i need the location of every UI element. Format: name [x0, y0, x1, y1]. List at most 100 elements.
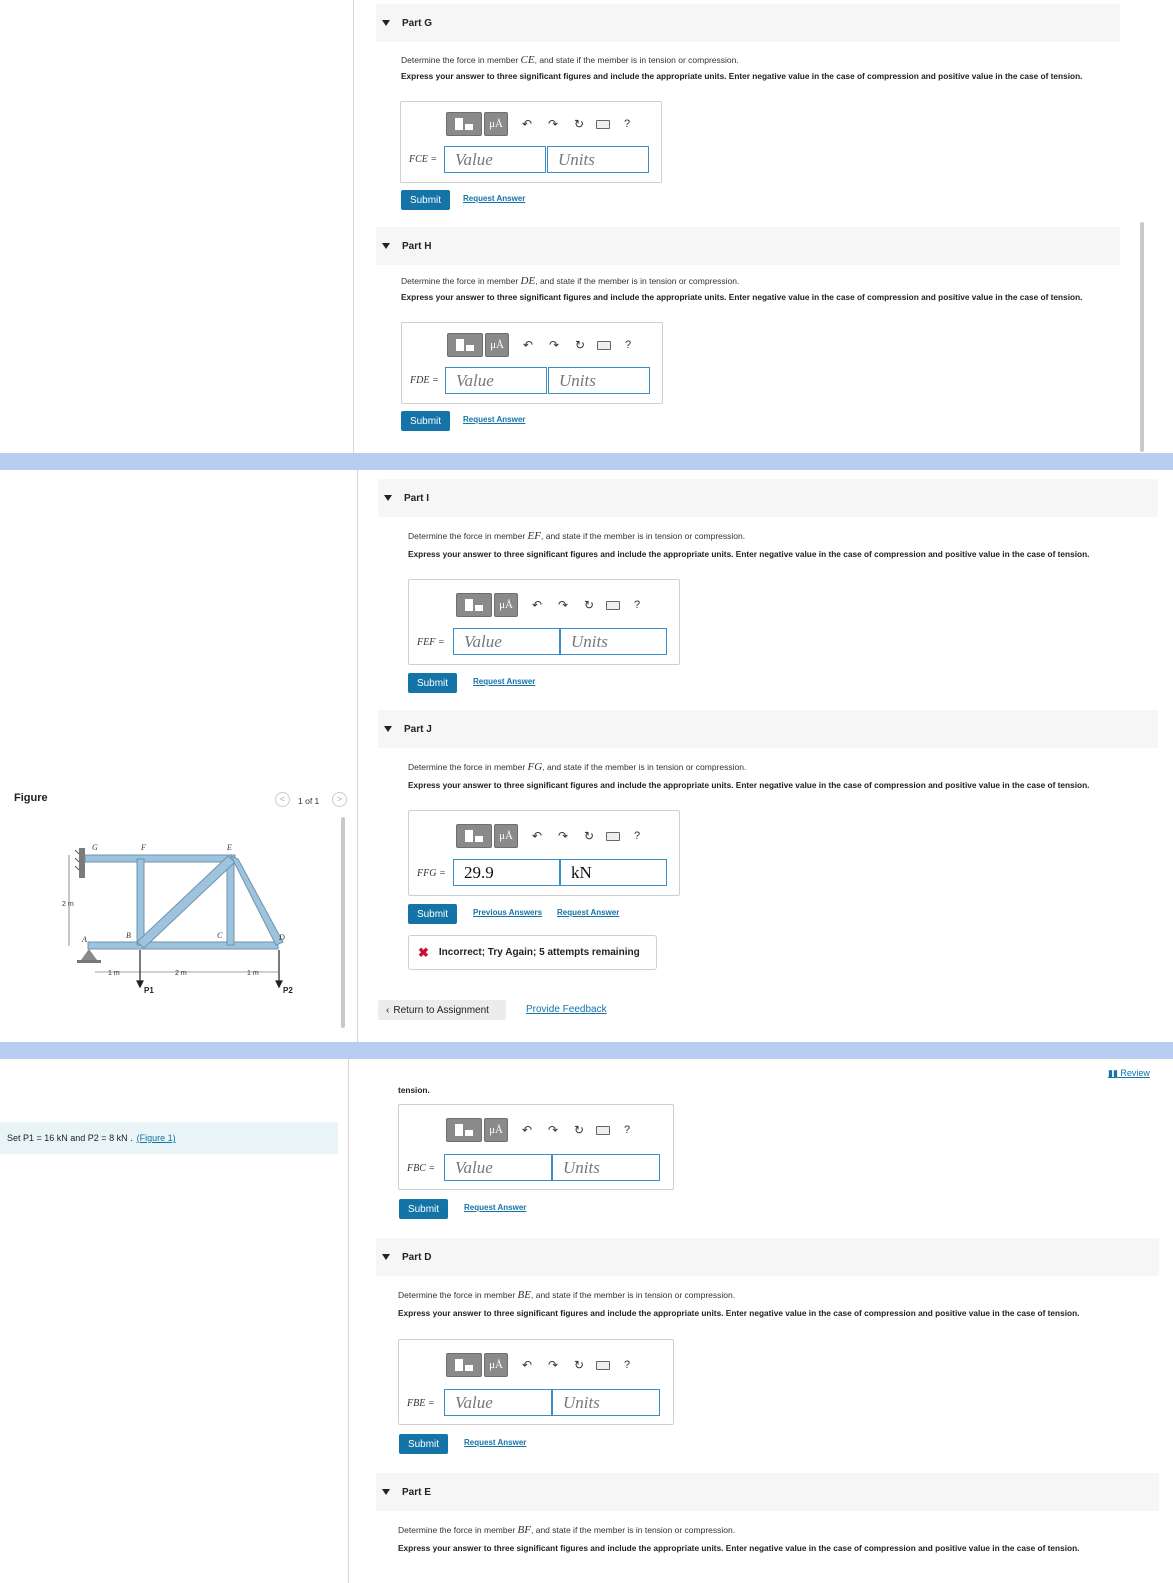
help-icon[interactable]: ?: [624, 118, 630, 130]
units-input[interactable]: kN: [560, 859, 667, 886]
keyboard-icon[interactable]: [597, 340, 611, 350]
undo-icon[interactable]: ↶: [530, 829, 544, 843]
next-figure-button[interactable]: >: [332, 792, 347, 807]
templates-button[interactable]: [446, 1353, 482, 1377]
submit-button[interactable]: Submit: [401, 411, 450, 431]
help-icon[interactable]: ?: [624, 1359, 630, 1371]
keyboard-icon[interactable]: [596, 119, 610, 129]
undo-icon[interactable]: ↶: [530, 598, 544, 612]
undo-icon[interactable]: ↶: [520, 1358, 534, 1372]
part-g-instructions: Express your answer to three significant…: [401, 71, 1083, 81]
pin-support-a: [77, 949, 101, 963]
value-input[interactable]: Value: [453, 628, 560, 655]
part-d-answer-box: μÅ ↶ ↷ ↻ ? FBE = Value Units: [398, 1339, 674, 1425]
math-toolbar: μÅ ↶ ↷ ↻ ?: [446, 111, 630, 137]
help-icon[interactable]: ?: [634, 830, 640, 842]
undo-icon[interactable]: ↶: [520, 1123, 534, 1137]
previous-answers-link[interactable]: Previous Answers: [473, 908, 542, 917]
redo-icon[interactable]: ↷: [546, 1358, 560, 1372]
value-input[interactable]: Value: [445, 367, 547, 394]
math-toolbar: μÅ ↶ ↷ ↻ ?: [446, 1117, 630, 1143]
units-input[interactable]: Units: [548, 367, 650, 394]
submit-button[interactable]: Submit: [408, 673, 457, 693]
templates-button[interactable]: [456, 593, 492, 617]
request-answer-link[interactable]: Request Answer: [473, 677, 535, 686]
figure-scrollbar[interactable]: [341, 817, 345, 1028]
review-link[interactable]: ▮▮ Review: [1108, 1068, 1150, 1079]
span-dim-1: 1 m: [108, 970, 120, 977]
joint-label-e: E: [226, 843, 232, 852]
reset-icon[interactable]: ↻: [572, 117, 586, 131]
submit-button[interactable]: Submit: [399, 1434, 448, 1454]
request-answer-link[interactable]: Request Answer: [463, 415, 525, 424]
units-button[interactable]: μÅ: [484, 1353, 508, 1377]
undo-icon[interactable]: ↶: [520, 117, 534, 131]
request-answer-link[interactable]: Request Answer: [463, 194, 525, 203]
scrollbar-thumb[interactable]: [1140, 222, 1144, 452]
part-i-answer-box: μÅ ↶ ↷ ↻ ? FEF = Value Units: [408, 579, 680, 665]
keyboard-icon[interactable]: [596, 1125, 610, 1135]
templates-button[interactable]: [456, 824, 492, 848]
undo-icon[interactable]: ↶: [521, 338, 535, 352]
help-icon[interactable]: ?: [625, 339, 631, 351]
value-input[interactable]: Value: [444, 146, 546, 173]
templates-button[interactable]: [447, 333, 483, 357]
templates-button[interactable]: [446, 1118, 482, 1142]
part-j-header[interactable]: Part J: [378, 710, 1158, 748]
reset-icon[interactable]: ↻: [572, 1123, 586, 1137]
submit-button[interactable]: Submit: [408, 904, 457, 924]
load-arrows: [136, 950, 283, 989]
help-icon[interactable]: ?: [624, 1124, 630, 1136]
redo-icon[interactable]: ↷: [547, 338, 561, 352]
variable-label: FBE =: [407, 1398, 435, 1409]
units-input[interactable]: Units: [552, 1389, 660, 1416]
part-g-header[interactable]: Part G: [376, 4, 1120, 42]
redo-icon[interactable]: ↷: [556, 598, 570, 612]
variable-label: FCE =: [409, 154, 438, 165]
request-answer-link[interactable]: Request Answer: [464, 1438, 526, 1447]
keyboard-icon[interactable]: [606, 600, 620, 610]
units-input[interactable]: Units: [547, 146, 649, 173]
units-input[interactable]: Units: [552, 1154, 660, 1181]
member-bf: [136, 858, 145, 946]
redo-icon[interactable]: ↷: [546, 1123, 560, 1137]
redo-icon[interactable]: ↷: [546, 117, 560, 131]
figure-link[interactable]: (Figure 1): [137, 1133, 176, 1143]
provide-feedback-link[interactable]: Provide Feedback: [526, 1004, 607, 1015]
return-to-assignment-button[interactable]: ‹ Return to Assignment: [378, 1000, 506, 1020]
help-icon[interactable]: ?: [634, 599, 640, 611]
math-toolbar: μÅ ↶ ↷ ↻ ?: [456, 823, 640, 849]
request-answer-link[interactable]: Request Answer: [557, 908, 619, 917]
variable-label: FFG =: [417, 868, 446, 879]
part-e-instructions: Express your answer to three significant…: [398, 1543, 1080, 1553]
value-input[interactable]: Value: [444, 1389, 552, 1416]
math-toolbar: μÅ ↶ ↷ ↻ ?: [447, 332, 631, 358]
units-button[interactable]: μÅ: [494, 593, 518, 617]
submit-button[interactable]: Submit: [401, 190, 450, 210]
units-button[interactable]: μÅ: [485, 333, 509, 357]
submit-button[interactable]: Submit: [399, 1199, 448, 1219]
templates-button[interactable]: [446, 112, 482, 136]
units-button[interactable]: μÅ: [494, 824, 518, 848]
reset-icon[interactable]: ↻: [582, 598, 596, 612]
reset-icon[interactable]: ↻: [572, 1358, 586, 1372]
value-input[interactable]: Value: [444, 1154, 552, 1181]
part-e-header[interactable]: Part E: [376, 1473, 1159, 1511]
reset-icon[interactable]: ↻: [573, 338, 587, 352]
units-input[interactable]: Units: [560, 628, 667, 655]
request-answer-link[interactable]: Request Answer: [464, 1203, 526, 1212]
units-button[interactable]: μÅ: [484, 1118, 508, 1142]
part-h-header[interactable]: Part H: [376, 227, 1120, 265]
redo-icon[interactable]: ↷: [556, 829, 570, 843]
part-d-header[interactable]: Part D: [376, 1238, 1159, 1276]
keyboard-icon[interactable]: [596, 1360, 610, 1370]
math-toolbar: μÅ ↶ ↷ ↻ ?: [456, 592, 640, 618]
prev-figure-button[interactable]: <: [275, 792, 290, 807]
incorrect-feedback: ✖ Incorrect; Try Again; 5 attempts remai…: [408, 935, 657, 970]
reset-icon[interactable]: ↻: [582, 829, 596, 843]
value-input[interactable]: 29.9: [453, 859, 560, 886]
joint-label-g: G: [92, 843, 98, 852]
keyboard-icon[interactable]: [606, 831, 620, 841]
part-i-header[interactable]: Part I: [378, 479, 1158, 517]
units-button[interactable]: μÅ: [484, 112, 508, 136]
